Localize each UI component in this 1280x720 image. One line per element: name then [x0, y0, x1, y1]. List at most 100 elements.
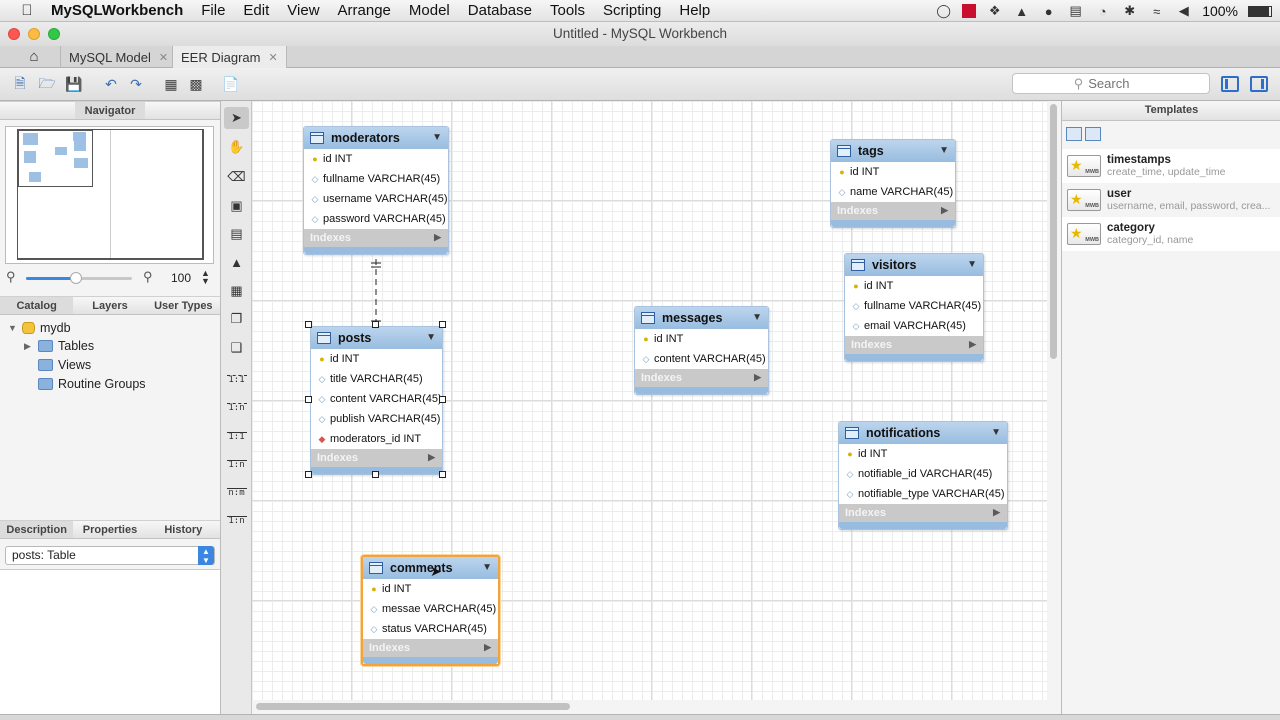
expand-arrow-icon[interactable]: ▶	[434, 232, 441, 243]
column-row[interactable]: ◇ title VARCHAR(45)	[311, 369, 442, 389]
column-row[interactable]: ◇ notifiable_type VARCHAR(45)	[839, 484, 1007, 504]
notification-bell-icon[interactable]: ●	[1040, 4, 1057, 19]
relationship-1-1-identifying-tool[interactable]: 1:1	[224, 426, 249, 448]
table-header[interactable]: visitors ▼	[845, 254, 983, 276]
expand-arrow-icon[interactable]: ▶	[941, 205, 948, 216]
tab-catalog[interactable]: Catalog	[0, 297, 74, 314]
column-row[interactable]: ◇ fullname VARCHAR(45)	[845, 296, 983, 316]
tab-mysql-model[interactable]: MySQL Model ✕	[60, 46, 176, 68]
tree-item-mydb[interactable]: ▼ mydb	[8, 319, 71, 337]
save-icon[interactable]: 💾	[65, 76, 83, 93]
relationship-1-1-tool[interactable]: 1:1	[224, 369, 249, 391]
dropbox-icon[interactable]: ❖	[986, 3, 1003, 19]
globe-icon[interactable]: ◯	[935, 3, 952, 19]
scroll-thumb[interactable]	[1050, 104, 1057, 359]
pointer-tool-icon[interactable]: ➤	[224, 107, 249, 129]
column-row[interactable]: ● id INT	[304, 149, 448, 169]
table-posts[interactable]: posts ▼ ● id INT ◇ title VARCHAR(45) ◇ conte…	[310, 326, 443, 475]
eraser-tool-icon[interactable]: ⌫	[224, 166, 249, 188]
indexes-section[interactable]: Indexes ▶	[311, 449, 442, 467]
toggle-grid-icon[interactable]: ▦	[162, 76, 180, 93]
indexes-section[interactable]: Indexes ▶	[363, 639, 498, 657]
disclosure-closed-icon[interactable]: ▶	[24, 341, 33, 352]
toggle-right-panel-icon[interactable]	[1250, 76, 1268, 92]
menu-model[interactable]: Model	[400, 2, 459, 19]
align-to-grid-icon[interactable]: ▩	[187, 76, 205, 93]
expand-arrow-icon[interactable]: ▶	[993, 507, 1000, 518]
memory-icon[interactable]: ▤	[1067, 3, 1084, 19]
table-header[interactable]: messages ▼	[635, 307, 768, 329]
expand-arrow-icon[interactable]: ▶	[484, 642, 491, 653]
template-item-user[interactable]: ★ MWB user username, email, password, cre…	[1062, 183, 1280, 217]
column-row[interactable]: ● id INT	[839, 444, 1007, 464]
bluetooth-icon[interactable]: ✱	[1121, 3, 1138, 19]
zoom-in-icon[interactable]: ⚲	[143, 269, 153, 285]
table-messages[interactable]: messages ▼ ● id INT ◇ content VARCHAR(45) I…	[634, 306, 769, 395]
collapse-arrow-icon[interactable]: ▼	[752, 312, 762, 323]
close-tab-icon[interactable]: ✕	[159, 51, 168, 64]
indexes-section[interactable]: Indexes ▶	[831, 202, 955, 220]
indexes-section[interactable]: Indexes ▶	[839, 504, 1007, 522]
relationship-1-n-identifying-tool[interactable]: 1:n	[224, 454, 249, 476]
record-icon[interactable]	[962, 4, 977, 18]
horizontal-scrollbar[interactable]	[252, 700, 1061, 714]
zoom-stepper[interactable]: ▲ ▼	[201, 269, 210, 286]
table-notifications[interactable]: notifications ▼ ● id INT ◇ notifiable_id VA…	[838, 421, 1008, 530]
app-menu[interactable]: MySQLWorkbench	[42, 2, 192, 19]
menu-tools[interactable]: Tools	[541, 2, 594, 19]
zoom-value[interactable]: 100	[171, 271, 191, 285]
drive-icon[interactable]: ▲	[1013, 4, 1030, 19]
collapse-arrow-icon[interactable]: ▼	[967, 259, 977, 270]
toggle-sidebar-icon[interactable]	[1221, 76, 1239, 92]
resize-handle[interactable]	[439, 396, 446, 403]
table-tool-icon[interactable]: ▦	[224, 280, 249, 302]
column-row[interactable]: ◇ publish VARCHAR(45)	[311, 409, 442, 429]
column-row[interactable]: ◇ fullname VARCHAR(45)	[304, 169, 448, 189]
new-diagram-icon[interactable]: 📄	[222, 76, 240, 93]
description-editor[interactable]	[0, 569, 220, 715]
relationship-n-m-tool[interactable]: n:m	[224, 482, 249, 504]
column-row[interactable]: ● id INT	[363, 579, 498, 599]
column-row[interactable]: ◇ status VARCHAR(45)	[363, 619, 498, 639]
tab-user-types[interactable]: User Types	[147, 297, 220, 314]
column-row[interactable]: ● id INT	[845, 276, 983, 296]
table-visitors[interactable]: visitors ▼ ● id INT ◇ fullname VARCHAR(45) …	[844, 253, 984, 362]
search-box[interactable]: ⚲	[1012, 73, 1210, 94]
expand-arrow-icon[interactable]: ▶	[428, 452, 435, 463]
open-folder-icon[interactable]: 🗁	[38, 75, 56, 93]
layer-tool-icon[interactable]: ▣	[224, 195, 249, 217]
tab-history[interactable]: History	[147, 521, 220, 538]
template-item-category[interactable]: ★ MWB category category_id, name	[1062, 217, 1280, 251]
navigator-minimap[interactable]	[5, 126, 214, 264]
resize-handle[interactable]	[439, 321, 446, 328]
scroll-thumb[interactable]	[256, 703, 570, 710]
apply-template-icon[interactable]	[1066, 127, 1082, 141]
table-header[interactable]: moderators ▼	[304, 127, 448, 149]
menu-scripting[interactable]: Scripting	[594, 2, 670, 19]
zoom-slider-knob[interactable]	[70, 272, 82, 284]
chevron-updown-icon[interactable]: ▲ ▼	[198, 546, 214, 565]
menu-help[interactable]: Help	[670, 2, 719, 19]
resize-handle[interactable]	[305, 471, 312, 478]
routine-group-tool-icon[interactable]: ❑	[224, 337, 249, 359]
tree-item-views[interactable]: Views	[24, 356, 91, 374]
object-select[interactable]: posts: Table ▲ ▼	[5, 546, 215, 565]
time-machine-icon[interactable]: ◔	[1094, 4, 1111, 19]
column-row[interactable]: ◆ moderators_id INT	[311, 429, 442, 449]
tree-item-tables[interactable]: ▶ Tables	[24, 337, 94, 355]
column-row[interactable]: ◇ content VARCHAR(45)	[635, 349, 768, 369]
collapse-arrow-icon[interactable]: ▼	[432, 132, 442, 143]
view-tool-icon[interactable]: ❐	[224, 308, 249, 330]
hand-tool-icon[interactable]: ✋	[224, 136, 249, 158]
column-row[interactable]: ● id INT	[311, 349, 442, 369]
relationship-1-n-tool[interactable]: 1:n	[224, 397, 249, 419]
tree-item-routine-groups[interactable]: Routine Groups	[24, 375, 146, 393]
wifi-icon[interactable]: ≈	[1148, 4, 1165, 19]
menu-edit[interactable]: Edit	[234, 2, 278, 19]
tab-description[interactable]: Description	[0, 521, 74, 538]
eer-diagram-canvas[interactable]: moderators ▼ ● id INT ◇ fullname VARCHAR(45…	[252, 101, 1047, 700]
tab-layers[interactable]: Layers	[73, 297, 146, 314]
column-row[interactable]: ◇ password VARCHAR(45)	[304, 209, 448, 229]
redo-icon[interactable]: ↷	[127, 76, 145, 93]
resize-handle[interactable]	[372, 321, 379, 328]
